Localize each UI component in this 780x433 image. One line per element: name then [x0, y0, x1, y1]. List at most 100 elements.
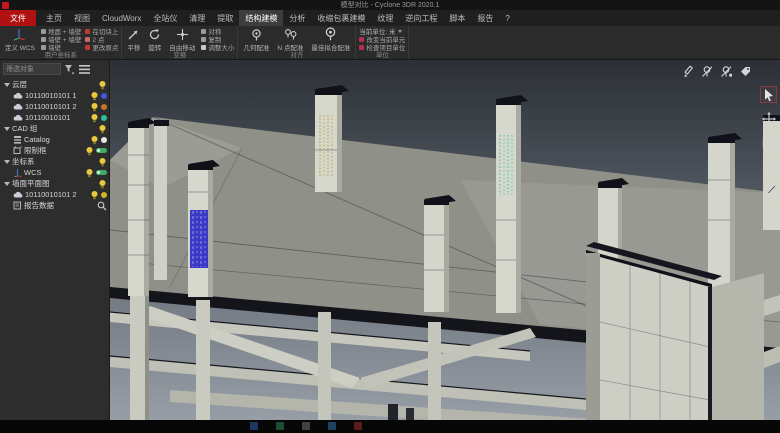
tree-row[interactable]: 云层 — [0, 79, 109, 90]
title-bar: 模型对比 - Cyclone 3DR 2020.1 — [0, 0, 780, 10]
tree-item-label: 10110010101 2 — [25, 102, 77, 111]
rotate-button[interactable]: 旋转 — [146, 27, 163, 52]
ucs-item-button[interactable]: 更改原点 — [85, 43, 118, 51]
ribbon-tab-label: 收缩包裹建模 — [317, 13, 365, 24]
visibility-bulb-icon[interactable] — [85, 168, 94, 178]
ribbon-tab[interactable]: 逆向工程 — [399, 10, 443, 26]
clearance-pin-button[interactable] — [700, 64, 714, 78]
duplicate-icon — [201, 37, 206, 42]
visibility-bulb-icon[interactable] — [90, 91, 99, 101]
tag-label-button[interactable] — [738, 64, 752, 78]
resize-button[interactable]: 调整大小 — [201, 43, 234, 51]
tree-row[interactable]: Catalog — [0, 134, 109, 145]
visibility-bulb-icon[interactable] — [85, 146, 94, 156]
state-toggle[interactable] — [96, 148, 107, 153]
fit-view-button[interactable] — [760, 134, 777, 151]
geo-registration-label: 几何配准 — [243, 42, 269, 52]
tree-row[interactable]: 报告数据 — [0, 200, 109, 211]
tree-row[interactable]: 10110010101 — [0, 112, 109, 123]
ribbon-tab[interactable]: 视图 — [68, 10, 96, 26]
tree-row[interactable]: 10110010101 2 — [0, 189, 109, 200]
ribbon-tab[interactable]: ? — [499, 10, 515, 26]
tab-file[interactable]: 文件 — [0, 10, 36, 26]
ribbon-tab[interactable]: 收缩包裹建模 — [311, 10, 371, 26]
check-project-units-button[interactable]: 检查项目单位 — [359, 43, 405, 51]
resize-label: 调整大小 — [208, 42, 234, 52]
filter-objects-input[interactable] — [3, 63, 61, 75]
ribbon-tab[interactable]: 脚本 — [443, 10, 471, 26]
ribbon-tab[interactable]: 清理 — [183, 10, 211, 26]
os-taskbar[interactable] — [0, 420, 780, 433]
bestfit-registration-button[interactable]: 最佳拟合配准 — [309, 27, 352, 52]
visibility-bulb-icon[interactable] — [98, 80, 107, 90]
ribbon-tab[interactable]: 报告 — [471, 10, 499, 26]
expander-icon[interactable] — [4, 127, 10, 131]
ribbon-tab[interactable]: 结构建模 — [239, 10, 283, 26]
chevron-down-icon — [398, 30, 402, 33]
taskbar-app-icon[interactable] — [250, 422, 258, 430]
tree-row[interactable]: WCS — [0, 167, 109, 178]
tree-row[interactable]: 限制框 — [0, 145, 109, 156]
expander-icon[interactable] — [4, 182, 10, 186]
expander-icon[interactable] — [4, 160, 10, 164]
npoint-registration-button[interactable]: N 点配准 — [275, 27, 305, 52]
panel-menu-icon[interactable] — [78, 64, 91, 75]
ribbon-tab-label: 清理 — [189, 13, 205, 24]
tree-row[interactable]: 坐标系 — [0, 156, 109, 167]
ribbon-tab[interactable]: 分析 — [283, 10, 311, 26]
3d-viewport[interactable] — [110, 60, 780, 420]
ribbon-tab[interactable]: 全站仪 — [147, 10, 183, 26]
check-units-label: 检查项目单位 — [366, 42, 405, 52]
visibility-bulb-icon[interactable] — [90, 102, 99, 112]
measure-pencil-button[interactable] — [681, 64, 695, 78]
free-move-label: 自由移动 — [169, 42, 195, 52]
ribbon-tab[interactable]: CloudWorx — [96, 10, 147, 26]
clearance-pin-alt-button[interactable] — [719, 64, 733, 78]
ucs-item-button[interactable]: 墙壁 — [41, 43, 81, 51]
filter-funnel-icon[interactable] — [64, 64, 75, 75]
visibility-bulb-icon[interactable] — [90, 135, 99, 145]
visibility-bulb-icon[interactable] — [98, 157, 107, 167]
taskbar-app-icon[interactable] — [354, 422, 362, 430]
taskbar-app-icon[interactable] — [328, 422, 336, 430]
define-wcs-button[interactable]: 定义 WCS — [3, 27, 37, 52]
magnifier-icon[interactable] — [97, 201, 107, 211]
walk-through-button[interactable] — [760, 206, 777, 223]
taskbar-app-icon[interactable] — [302, 422, 310, 430]
tree-item-label: 限制框 — [24, 145, 47, 156]
bestfit-registration-icon — [323, 27, 338, 41]
taskbar-app-icon[interactable] — [276, 422, 284, 430]
translate-button[interactable]: 平移 — [125, 27, 142, 52]
visibility-bulb-icon[interactable] — [90, 113, 99, 123]
ribbon-tab-bar: 文件 主页 视图 CloudWorx 全站仪 清理 提取 结构建模 分析 收缩包… — [0, 10, 780, 26]
units-items: 当前单位: 米 改变当前单元 检查项目单位 — [359, 27, 405, 52]
pan-button[interactable] — [760, 110, 777, 127]
ribbon-tab[interactable]: 主页 — [40, 10, 68, 26]
tree-row[interactable]: 墙面平面图 — [0, 178, 109, 189]
camera-viewer-button[interactable] — [760, 158, 777, 175]
cloud-icon — [13, 191, 23, 199]
ribbon-group-transform: 平移 旋转 自由移动 — [122, 26, 238, 59]
geo-registration-button[interactable]: 几何配准 — [241, 27, 271, 52]
visibility-bulb-icon[interactable] — [98, 179, 107, 189]
tree-item-label: Catalog — [24, 135, 50, 144]
ucs-item-label: 墙壁 — [48, 42, 61, 52]
check-units-icon — [359, 45, 364, 50]
ribbon-tab[interactable]: 纹理 — [371, 10, 399, 26]
tree-row[interactable]: CAD 组 — [0, 123, 109, 134]
visibility-bulb-icon[interactable] — [90, 190, 99, 200]
select-cursor-button[interactable] — [760, 86, 777, 103]
tree-row[interactable]: 10110010101 2 — [0, 101, 109, 112]
tree-item-label: 10110010101 1 — [25, 91, 77, 100]
fly-mode-button[interactable] — [760, 182, 777, 199]
expander-icon[interactable] — [4, 83, 10, 87]
mirror-icon — [201, 29, 206, 34]
tree-item-label: CAD 组 — [12, 123, 37, 134]
visibility-bulb-icon[interactable] — [98, 124, 107, 134]
geo-registration-icon — [250, 28, 263, 41]
ribbon-tab[interactable]: 提取 — [211, 10, 239, 26]
tree-row[interactable]: 10110010101 1 — [0, 90, 109, 101]
resize-icon — [201, 45, 206, 50]
state-toggle[interactable] — [96, 170, 107, 175]
free-move-button[interactable]: 自由移动 — [167, 27, 197, 52]
